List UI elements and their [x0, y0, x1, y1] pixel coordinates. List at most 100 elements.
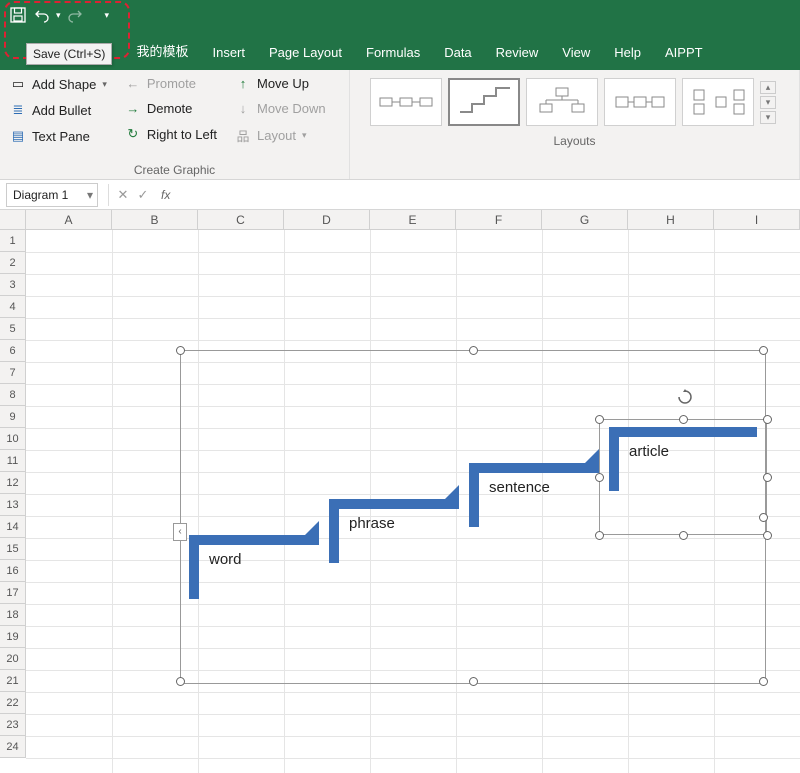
group-layouts-label: Layouts: [358, 130, 791, 148]
gallery-scroll-down[interactable]: ▾: [760, 96, 776, 109]
selection-handle[interactable]: [176, 677, 185, 686]
selection-handle[interactable]: [595, 415, 604, 424]
move-up-button[interactable]: ↑ Move Up: [233, 74, 328, 93]
tab-view[interactable]: View: [550, 37, 602, 70]
worksheet[interactable]: A B C D E F G H I 1 2 3 4 5 6 7 8 9 10 1…: [0, 210, 800, 773]
gallery-item-3[interactable]: [526, 78, 598, 126]
rtl-button[interactable]: ↻ Right to Left: [123, 124, 219, 144]
tab-help[interactable]: Help: [602, 37, 653, 70]
row-header[interactable]: 16: [0, 560, 26, 582]
demote-button[interactable]: → Demote: [123, 99, 219, 118]
rotate-handle-icon[interactable]: [677, 389, 693, 405]
col-header[interactable]: C: [198, 210, 284, 230]
add-shape-icon: ▭: [10, 76, 26, 92]
step-shape[interactable]: [469, 463, 599, 473]
tab-templates[interactable]: 我的模板: [124, 33, 200, 70]
col-header[interactable]: G: [542, 210, 628, 230]
row-header[interactable]: 15: [0, 538, 26, 560]
tab-data[interactable]: Data: [432, 37, 483, 70]
enter-formula-button[interactable]: ✓: [133, 187, 153, 203]
row-header[interactable]: 21: [0, 670, 26, 692]
add-bullet-button[interactable]: ≣ Add Bullet: [8, 100, 109, 120]
row-header[interactable]: 5: [0, 318, 26, 340]
gallery-item-4[interactable]: [604, 78, 676, 126]
text-pane-toggle[interactable]: ‹: [173, 523, 187, 541]
tab-insert[interactable]: Insert: [200, 37, 257, 70]
tab-formulas[interactable]: Formulas: [354, 37, 432, 70]
row-header[interactable]: 7: [0, 362, 26, 384]
promote-button[interactable]: ← Promote: [123, 74, 219, 93]
move-down-button[interactable]: ↓ Move Down: [233, 99, 328, 118]
gallery-item-1[interactable]: [370, 78, 442, 126]
undo-dropdown-icon[interactable]: ▾: [54, 10, 63, 21]
selection-handle[interactable]: [679, 415, 688, 424]
row-header[interactable]: 18: [0, 604, 26, 626]
col-header[interactable]: E: [370, 210, 456, 230]
row-header[interactable]: 19: [0, 626, 26, 648]
selection-handle[interactable]: [763, 531, 772, 540]
gallery-more[interactable]: ▾: [760, 111, 776, 124]
column-headers[interactable]: A B C D E F G H I: [26, 210, 800, 230]
row-header[interactable]: 13: [0, 494, 26, 516]
row-header[interactable]: 12: [0, 472, 26, 494]
tab-review[interactable]: Review: [484, 37, 551, 70]
selection-handle[interactable]: [763, 415, 772, 424]
col-header[interactable]: F: [456, 210, 542, 230]
promote-label: Promote: [147, 76, 196, 91]
col-header[interactable]: D: [284, 210, 370, 230]
tab-page-layout[interactable]: Page Layout: [257, 37, 354, 70]
gallery-item-5[interactable]: [682, 78, 754, 126]
row-header[interactable]: 2: [0, 252, 26, 274]
row-header[interactable]: 23: [0, 714, 26, 736]
selection-handle[interactable]: [759, 677, 768, 686]
gallery-scroll-up[interactable]: ▴: [760, 81, 776, 94]
qat-customize-icon[interactable]: ▾: [87, 10, 110, 21]
add-shape-button[interactable]: ▭ Add Shape ▾: [8, 74, 109, 94]
selection-handle[interactable]: [469, 346, 478, 355]
gallery-item-2[interactable]: [448, 78, 520, 126]
redo-button[interactable]: [63, 3, 87, 27]
step-shape[interactable]: [189, 535, 319, 545]
row-header[interactable]: 1: [0, 230, 26, 252]
col-header[interactable]: B: [112, 210, 198, 230]
row-header[interactable]: 8: [0, 384, 26, 406]
step-shape[interactable]: [189, 535, 199, 599]
select-all-corner[interactable]: [0, 210, 26, 230]
row-header[interactable]: 6: [0, 340, 26, 362]
row-header[interactable]: 11: [0, 450, 26, 472]
col-header[interactable]: H: [628, 210, 714, 230]
selection-handle[interactable]: [595, 473, 604, 482]
selection-handle[interactable]: [469, 677, 478, 686]
name-box[interactable]: Diagram 1 ▾: [6, 183, 98, 207]
row-header[interactable]: 22: [0, 692, 26, 714]
step-shape[interactable]: [329, 499, 339, 563]
row-header[interactable]: 17: [0, 582, 26, 604]
fx-label[interactable]: fx: [153, 188, 170, 202]
cancel-formula-button[interactable]: ✕: [113, 187, 133, 203]
row-header[interactable]: 10: [0, 428, 26, 450]
tab-aippt[interactable]: AIPPT: [653, 37, 715, 70]
selection-handle[interactable]: [759, 346, 768, 355]
selection-handle[interactable]: [176, 346, 185, 355]
row-header[interactable]: 4: [0, 296, 26, 318]
col-header[interactable]: I: [714, 210, 800, 230]
row-header[interactable]: 3: [0, 274, 26, 296]
layout-button[interactable]: 品 Layout ▾: [233, 124, 328, 147]
smartart-diagram[interactable]: ‹ word phrase sentence article: [180, 350, 766, 684]
undo-button[interactable]: [30, 3, 54, 27]
row-header[interactable]: 24: [0, 736, 26, 758]
row-header[interactable]: 20: [0, 648, 26, 670]
save-button[interactable]: [6, 3, 30, 27]
text-pane-button[interactable]: ▤ Text Pane: [8, 126, 109, 146]
col-header[interactable]: A: [26, 210, 112, 230]
step-shape[interactable]: [469, 463, 479, 527]
selection-handle[interactable]: [679, 531, 688, 540]
row-header[interactable]: 9: [0, 406, 26, 428]
step-shape[interactable]: [329, 499, 459, 509]
shape-selection[interactable]: [599, 419, 767, 535]
selection-handle[interactable]: [763, 473, 772, 482]
row-header[interactable]: 14: [0, 516, 26, 538]
selection-handle[interactable]: [759, 513, 768, 522]
selection-handle[interactable]: [595, 531, 604, 540]
row-headers[interactable]: 1 2 3 4 5 6 7 8 9 10 11 12 13 14 15 16 1…: [0, 230, 26, 758]
